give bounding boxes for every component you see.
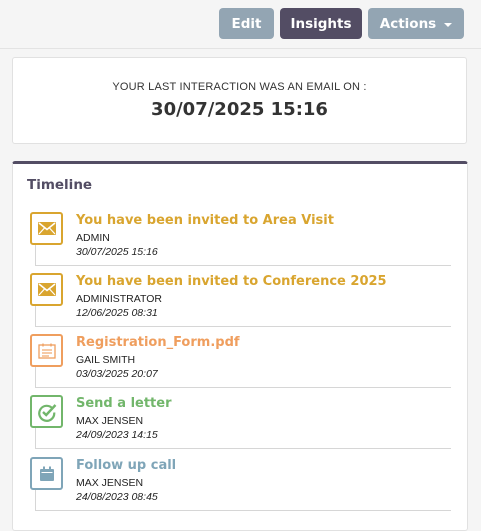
insights-button[interactable]: Insights [280, 8, 362, 39]
timeline-title: Timeline [27, 177, 93, 193]
last-interaction-label: YOUR LAST INTERACTION WAS AN EMAIL ON : [112, 81, 367, 93]
envelope-icon [30, 273, 63, 306]
last-interaction-card: YOUR LAST INTERACTION WAS AN EMAIL ON : … [12, 57, 467, 144]
timeline-connector [35, 489, 36, 510]
timeline-item-datetime: 30/07/2025 15:16 [76, 246, 158, 258]
edit-button-label: Edit [231, 15, 262, 32]
timeline-item[interactable]: Registration_Form.pdf GAIL SMITH 03/03/2… [13, 331, 467, 393]
timeline-item-title[interactable]: Registration_Form.pdf [76, 335, 240, 350]
timeline-item-datetime: 03/03/2025 20:07 [76, 368, 158, 380]
top-toolbar: Edit Insights Actions [0, 0, 481, 49]
task-check-icon [30, 395, 63, 428]
timeline-divider [35, 326, 451, 327]
actions-button-label: Actions [379, 15, 437, 32]
timeline-item-user: MAX JENSEN [76, 415, 144, 427]
timeline-item-datetime: 12/06/2025 08:31 [76, 307, 158, 319]
timeline-item-user: MAX JENSEN [76, 477, 144, 489]
timeline-item-user: ADMIN [76, 232, 110, 244]
edit-button[interactable]: Edit [219, 8, 274, 39]
timeline-item-title[interactable]: Send a letter [76, 396, 172, 411]
timeline-item-datetime: 24/08/2023 08:45 [76, 491, 158, 503]
timeline-connector [35, 244, 36, 265]
calendar-icon [30, 457, 63, 490]
timeline-item-title[interactable]: You have been invited to Area Visit [76, 213, 334, 228]
timeline-item[interactable]: You have been invited to Area Visit ADMI… [13, 209, 467, 271]
timeline-item-title[interactable]: Follow up call [76, 458, 176, 473]
timeline-divider [35, 265, 451, 266]
timeline-item-user: GAIL SMITH [76, 354, 136, 366]
last-interaction-datetime: 30/07/2025 15:16 [151, 99, 328, 120]
timeline-divider [35, 448, 451, 449]
timeline-connector [35, 305, 36, 326]
timeline-item[interactable]: Send a letter MAX JENSEN 24/09/2023 14:1… [13, 392, 467, 454]
document-icon [30, 334, 63, 367]
timeline-card: Timeline You have been invited to Area V… [12, 161, 468, 531]
timeline-divider [35, 510, 451, 511]
timeline-connector [35, 427, 36, 448]
timeline-divider [35, 387, 451, 388]
timeline-item-user: ADMINISTRATOR [76, 293, 162, 305]
timeline-item-datetime: 24/09/2023 14:15 [76, 429, 158, 441]
timeline-item[interactable]: Follow up call MAX JENSEN 24/08/2023 08:… [13, 454, 467, 516]
envelope-icon [30, 212, 63, 245]
timeline-item-title[interactable]: You have been invited to Conference 2025 [76, 274, 387, 289]
timeline-item[interactable]: You have been invited to Conference 2025… [13, 270, 467, 332]
timeline-connector [35, 366, 36, 387]
insights-button-label: Insights [290, 15, 352, 32]
caret-down-icon [444, 22, 453, 27]
actions-dropdown-button[interactable]: Actions [368, 8, 464, 39]
